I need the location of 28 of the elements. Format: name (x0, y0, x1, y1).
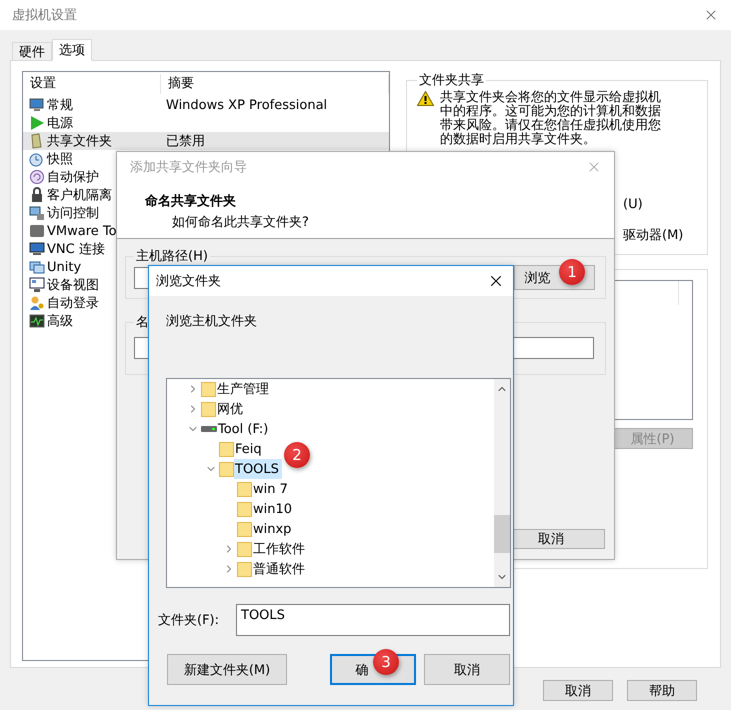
group-title: 名 (135, 314, 150, 331)
setting-name: 高级 (47, 313, 73, 330)
wizard-subheading: 如何命名此共享文件夹? (171, 214, 310, 231)
setting-summary: Windows XP Professional (165, 98, 328, 112)
window-title: 虚拟机设置 (12, 7, 77, 24)
setting-name: VNC 连接 (47, 241, 105, 258)
setting-name: 访问控制 (47, 205, 99, 222)
setting-name: 电源 (47, 115, 73, 132)
dialog-title: 浏览文件夹 (156, 273, 221, 290)
setting-name: 快照 (47, 151, 73, 168)
folder-label: 文件夹(F): (158, 612, 220, 629)
group-title: 主机路径(H) (135, 248, 209, 265)
wizard-heading: 命名共享文件夹 (145, 192, 237, 210)
setting-name: 自动登录 (47, 295, 99, 312)
setting-name: VMware To (47, 224, 117, 238)
option-label: 驱动器(M) (623, 227, 684, 244)
group-title: 文件夹共享 (418, 72, 485, 89)
setting-name: 常规 (47, 97, 73, 114)
setting-name: 自动保护 (47, 169, 99, 186)
dialog-prompt: 浏览主机文件夹 (166, 313, 258, 330)
setting-name: 客户机隔离 (47, 187, 112, 204)
setting-name: Unity (47, 260, 82, 274)
dialog-title: 添加共享文件夹向导 (130, 159, 247, 176)
option-label: (U) (623, 197, 644, 212)
setting-name: 设备视图 (47, 277, 99, 294)
setting-summary: 已禁用 (165, 133, 206, 150)
setting-name: 共享文件夹 (47, 133, 112, 150)
warning-text: 共享文件夹会将您的文件显示给虚拟机中的程序。这可能为您的计算机和数据带来风险。请仅在您信任虚拟机使用您的数据时启用共享文件夹。 (440, 91, 662, 147)
